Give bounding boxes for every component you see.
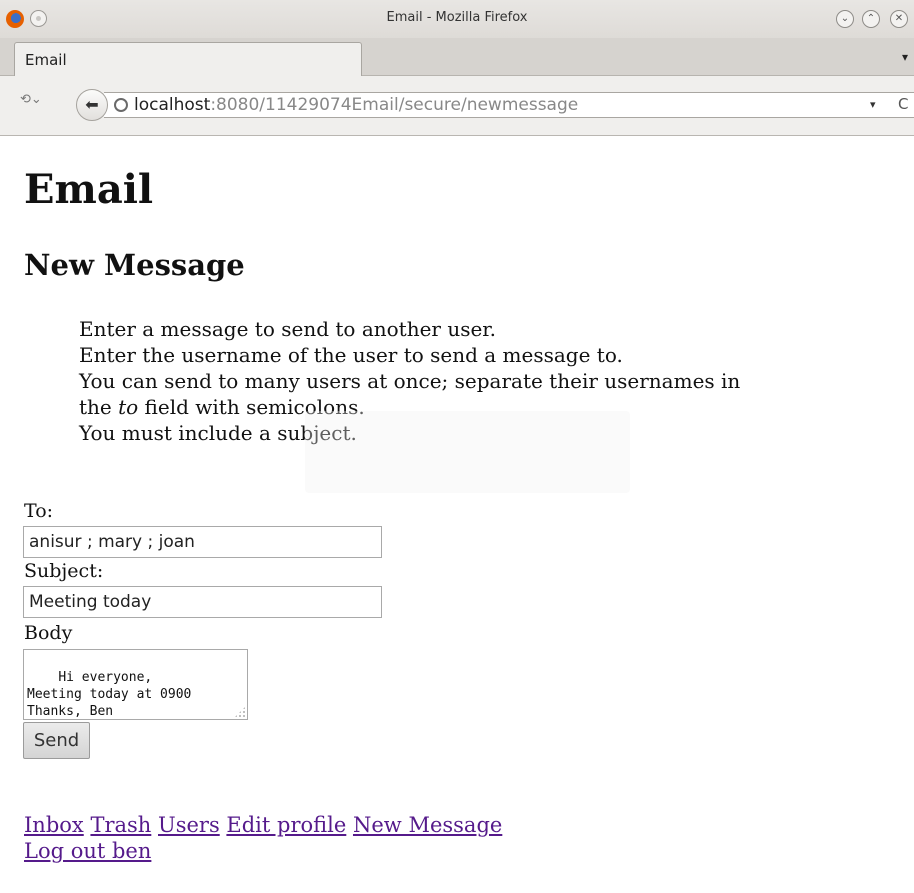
faded-overlay: [305, 411, 630, 493]
to-input[interactable]: [23, 526, 382, 558]
window-title: Email - Mozilla Firefox: [386, 10, 528, 25]
link-trash[interactable]: Trash: [90, 813, 151, 837]
link-edit-profile[interactable]: Edit profile: [226, 813, 346, 837]
url-host: localhost: [134, 95, 211, 115]
body-label: Body: [24, 622, 73, 644]
minimize-button[interactable]: ⌄: [836, 10, 854, 28]
window-titlebar: Email - Mozilla Firefox ⌄ ⌃ ✕: [0, 0, 914, 38]
instruction-emphasis: to: [118, 395, 139, 419]
tab-label: Email: [25, 51, 67, 69]
history-dropdown-icon[interactable]: ⟲⌄: [20, 92, 56, 116]
link-users[interactable]: Users: [158, 813, 220, 837]
url-dropdown-icon[interactable]: ▾: [870, 98, 876, 111]
instruction-text: the: [79, 395, 119, 419]
page-title: Email: [24, 166, 154, 213]
reload-icon[interactable]: C: [898, 95, 908, 113]
maximize-button[interactable]: ⌃: [862, 10, 880, 28]
navigation-toolbar: ⟲⌄ localhost:8080/11429074Email/secure/n…: [0, 76, 914, 136]
tab-strip: Email ▾: [0, 38, 914, 77]
link-logout[interactable]: Log out ben: [24, 839, 151, 863]
body-textarea[interactable]: Hi everyone, Meeting today at 0900 Thank…: [23, 649, 248, 720]
tab-email[interactable]: Email: [14, 42, 362, 77]
page-subtitle: New Message: [24, 248, 245, 282]
resize-grip-icon[interactable]: [234, 706, 246, 718]
instruction-line: Enter the username of the user to send a…: [79, 343, 623, 367]
close-button[interactable]: ✕: [890, 10, 908, 28]
url-path: :8080/11429074Email/secure/newmessage: [210, 95, 579, 115]
link-new-message[interactable]: New Message: [353, 813, 502, 837]
instruction-line: Enter a message to send to another user.: [79, 317, 497, 341]
to-label: To:: [24, 500, 54, 522]
footer-links: Inbox Trash Users Edit profile New Messa…: [24, 812, 724, 864]
tab-list-dropdown-icon[interactable]: ▾: [902, 50, 908, 64]
subject-input[interactable]: [23, 586, 382, 618]
url-bar[interactable]: localhost:8080/11429074Email/secure/newm…: [104, 92, 914, 118]
subject-label: Subject:: [24, 560, 104, 582]
page-content: Email New Message Enter a message to sen…: [0, 136, 914, 893]
back-button[interactable]: ⬅: [76, 89, 108, 121]
link-inbox[interactable]: Inbox: [24, 813, 84, 837]
send-button[interactable]: Send: [23, 722, 90, 759]
site-identity-icon[interactable]: [114, 98, 128, 112]
body-text: Hi everyone, Meeting today at 0900 Thank…: [27, 670, 192, 719]
instruction-line: You can send to many users at once; sepa…: [79, 369, 741, 393]
url-text[interactable]: localhost:8080/11429074Email/secure/newm…: [134, 95, 578, 115]
